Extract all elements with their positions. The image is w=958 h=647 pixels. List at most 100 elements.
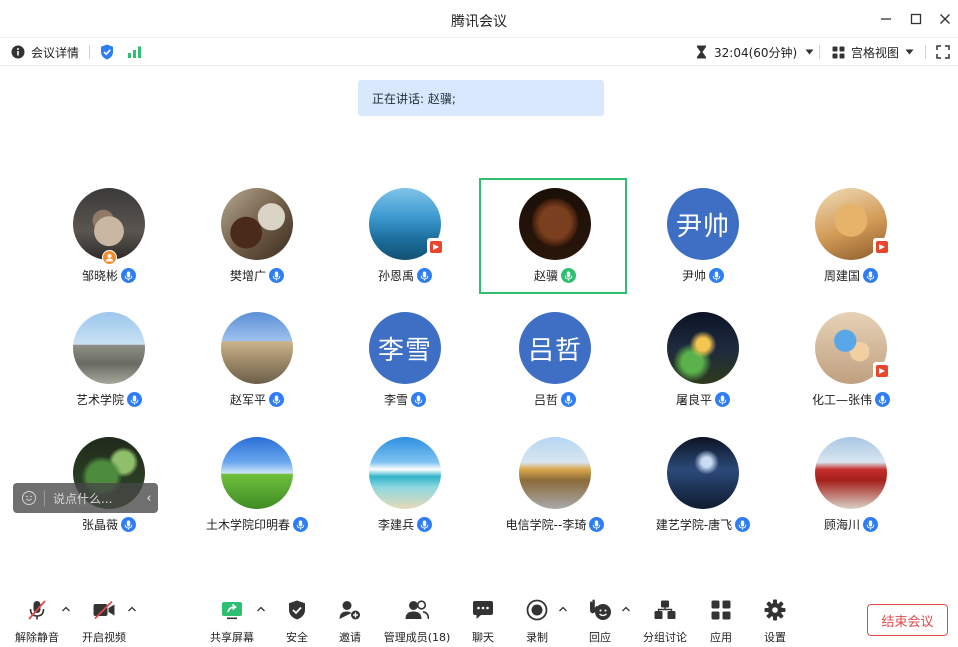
apps-grid-icon: [708, 598, 734, 622]
participant-name-row: 尹帅: [629, 267, 777, 284]
participant-tile[interactable]: 吕哲 吕哲: [481, 304, 629, 420]
participant-name-row: 樊增广: [183, 267, 331, 284]
timer-text: 32:04(60分钟): [714, 45, 798, 60]
participant-name: 吕哲: [533, 393, 558, 407]
end-meeting-button[interactable]: 结束会议: [867, 604, 948, 636]
participant-name: 艺术学院: [75, 393, 124, 407]
participant-tile[interactable]: 尹帅 尹帅: [629, 180, 777, 296]
avatar-photo: [815, 437, 887, 509]
unmute-button[interactable]: 解除静音: [14, 598, 60, 645]
hourglass-icon: [697, 45, 706, 59]
shield-check-icon: [101, 44, 113, 60]
record-button[interactable]: 录制: [524, 598, 550, 645]
minimize-button[interactable]: [875, 8, 897, 30]
title-bar: 腾讯会议: [0, 0, 958, 38]
participant-name-row: 李雪: [331, 391, 479, 408]
avatar-photo: [667, 437, 739, 509]
security-button[interactable]: 安全: [284, 598, 310, 645]
manage-members-label: 管理成员(18): [383, 631, 451, 644]
participant-tile[interactable]: 电信学院--李琦: [481, 429, 629, 545]
close-icon: [940, 14, 950, 24]
window-title: 腾讯会议: [451, 14, 507, 30]
shield-icon: [284, 598, 310, 622]
mic-speaking-icon: [561, 268, 576, 283]
caret-down-icon: [805, 49, 814, 55]
emoji-icon[interactable]: [22, 491, 36, 505]
participant-tile[interactable]: 屠良平: [629, 304, 777, 420]
avatar-photo: [221, 188, 293, 260]
share-screen-label: 共享屏幕: [210, 631, 254, 644]
avatar-photo: [519, 437, 591, 509]
participant-tile[interactable]: 赵骥: [479, 178, 627, 294]
active-speaker-banner: 正在讲话: 赵骥;: [358, 80, 604, 116]
participant-tile[interactable]: 李雪 李雪: [331, 304, 479, 420]
participant-tile[interactable]: 周建国: [777, 180, 925, 296]
minimize-icon: [881, 18, 891, 20]
grid-view-icon: [832, 46, 845, 58]
maximize-button[interactable]: [905, 8, 927, 30]
participant-name-row: 邹晓彬: [35, 267, 183, 284]
view-mode-button[interactable]: 宫格视图: [832, 43, 914, 61]
mic-icon: [735, 517, 751, 532]
close-button[interactable]: [934, 8, 956, 30]
record-label: 录制: [526, 631, 548, 644]
security-status[interactable]: [100, 43, 114, 61]
record-icon: [524, 598, 550, 622]
add-user-icon: [337, 598, 363, 622]
mic-icon: [589, 517, 605, 532]
participant-name: 化工—张伟: [811, 393, 872, 407]
audio-options-caret-icon[interactable]: [61, 604, 71, 614]
breakout-rooms-button[interactable]: 分组讨论: [641, 598, 689, 645]
reactions-button[interactable]: 回应: [587, 598, 613, 645]
participant-tile[interactable]: 邹晓彬: [35, 180, 183, 296]
share-options-caret-icon[interactable]: [256, 604, 266, 614]
breakout-rooms-label: 分组讨论: [643, 631, 687, 644]
reactions-options-caret-icon[interactable]: [621, 604, 631, 614]
mic-icon: [121, 268, 136, 283]
divider: [44, 490, 45, 506]
start-video-button[interactable]: 开启视频: [80, 598, 128, 645]
mic-icon: [863, 268, 878, 283]
avatar-initials: 尹帅: [667, 188, 739, 260]
mic-icon: [561, 392, 576, 407]
participant-name: 赵军平: [229, 393, 266, 407]
collapse-chevron-icon[interactable]: ‹: [140, 491, 158, 506]
settings-button[interactable]: 设置: [761, 598, 789, 645]
network-status[interactable]: [127, 43, 143, 61]
participant-tile[interactable]: 李建兵: [331, 429, 479, 545]
video-off-icon: [91, 598, 117, 622]
meeting-details-button[interactable]: 会议详情: [11, 43, 79, 61]
participant-tile[interactable]: 樊增广: [183, 180, 331, 296]
fullscreen-button[interactable]: [936, 43, 950, 61]
signal-bars-icon: [128, 46, 141, 58]
invite-button[interactable]: 邀请: [337, 598, 363, 645]
participant-tile[interactable]: 孙恩禹: [331, 180, 479, 296]
reactions-label: 回应: [589, 631, 611, 644]
participant-tile[interactable]: 赵军平: [183, 304, 331, 420]
participant-tile[interactable]: 艺术学院: [35, 304, 183, 420]
breakout-rooms-icon: [652, 598, 678, 622]
manage-members-button[interactable]: 管理成员(18): [383, 598, 451, 645]
meeting-timer[interactable]: 32:04(60分钟): [696, 43, 814, 61]
participant-name-row: 屠良平: [629, 391, 777, 408]
share-screen-button[interactable]: 共享屏幕: [208, 598, 256, 645]
participant-tile[interactable]: 化工—张伟: [777, 304, 925, 420]
participant-name: 赵骥: [533, 269, 558, 283]
chat-button[interactable]: 聊天: [470, 598, 496, 645]
security-label: 安全: [286, 631, 308, 644]
participant-tile[interactable]: 土木学院印明春: [183, 429, 331, 545]
meeting-info-bar: 会议详情 32:04(60分钟) 宫格视图: [0, 38, 958, 66]
participant-tile[interactable]: 建艺学院-唐飞: [629, 429, 777, 545]
participant-name-row: 孙恩禹: [331, 267, 479, 284]
bottom-toolbar: 解除静音 开启视频 共享屏幕 安全 邀请 管理成员(18) 聊天 录制 回应 分…: [0, 590, 958, 647]
view-mode-label: 宫格视图: [851, 45, 900, 60]
apps-button[interactable]: 应用: [707, 598, 735, 645]
participant-tile[interactable]: 顾海川: [777, 429, 925, 545]
record-options-caret-icon[interactable]: [558, 604, 568, 614]
unmute-label: 解除静音: [15, 631, 59, 644]
participant-name: 邹晓彬: [81, 269, 118, 283]
chat-label: 聊天: [472, 631, 494, 644]
chat-quick-input[interactable]: 说点什么... ‹: [13, 483, 158, 513]
video-options-caret-icon[interactable]: [127, 604, 137, 614]
pin-badge-icon: [427, 238, 445, 256]
